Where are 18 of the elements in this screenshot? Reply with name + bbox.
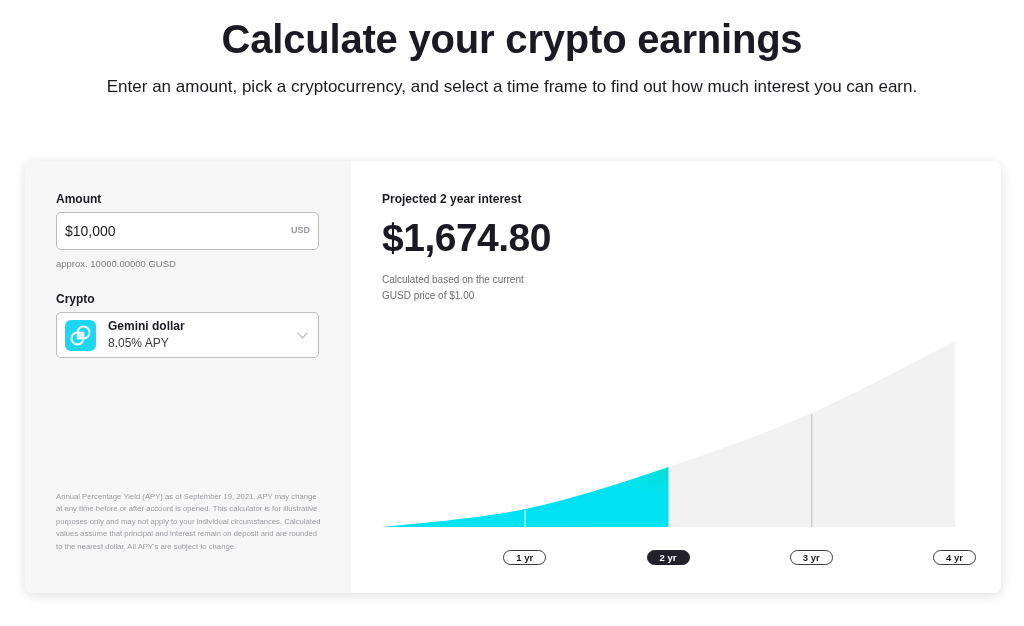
timeframe-tab[interactable]: 2 yr — [646, 550, 690, 565]
crypto-dropdown[interactable]: Gemini dollar 8.05% APY — [56, 312, 319, 358]
crypto-label: Crypto — [56, 292, 96, 306]
page-title: Calculate your crypto earnings — [220, 16, 804, 63]
timeframe-tab[interactable]: 1 yr — [503, 550, 547, 565]
crypto-apy-text: 8.05% APY — [108, 336, 170, 351]
token-logo-icon — [65, 319, 96, 351]
timeframe-tab[interactable]: 3 yr — [789, 550, 833, 565]
price-note: Calculated based on the current GUSD price of $1.00 — [382, 273, 525, 303]
currency-unit-label: USD — [291, 224, 310, 236]
amount-label: Amount — [56, 192, 103, 206]
timeframe-tab[interactable]: 4 yr — [933, 550, 976, 565]
page-subtitle: Enter an amount, pick a cryptocurrency, and select a time frame to find out how much interest you can earn. — [105, 76, 919, 98]
projection-label: Projected 2 year interest — [382, 192, 523, 206]
amount-conversion-text: approx. 10000.00000 GUSD — [56, 258, 177, 270]
chevron-down-icon — [297, 331, 308, 339]
crypto-name: Gemini dollar — [108, 319, 186, 334]
interest-amount: $1,674.80 — [382, 216, 552, 260]
